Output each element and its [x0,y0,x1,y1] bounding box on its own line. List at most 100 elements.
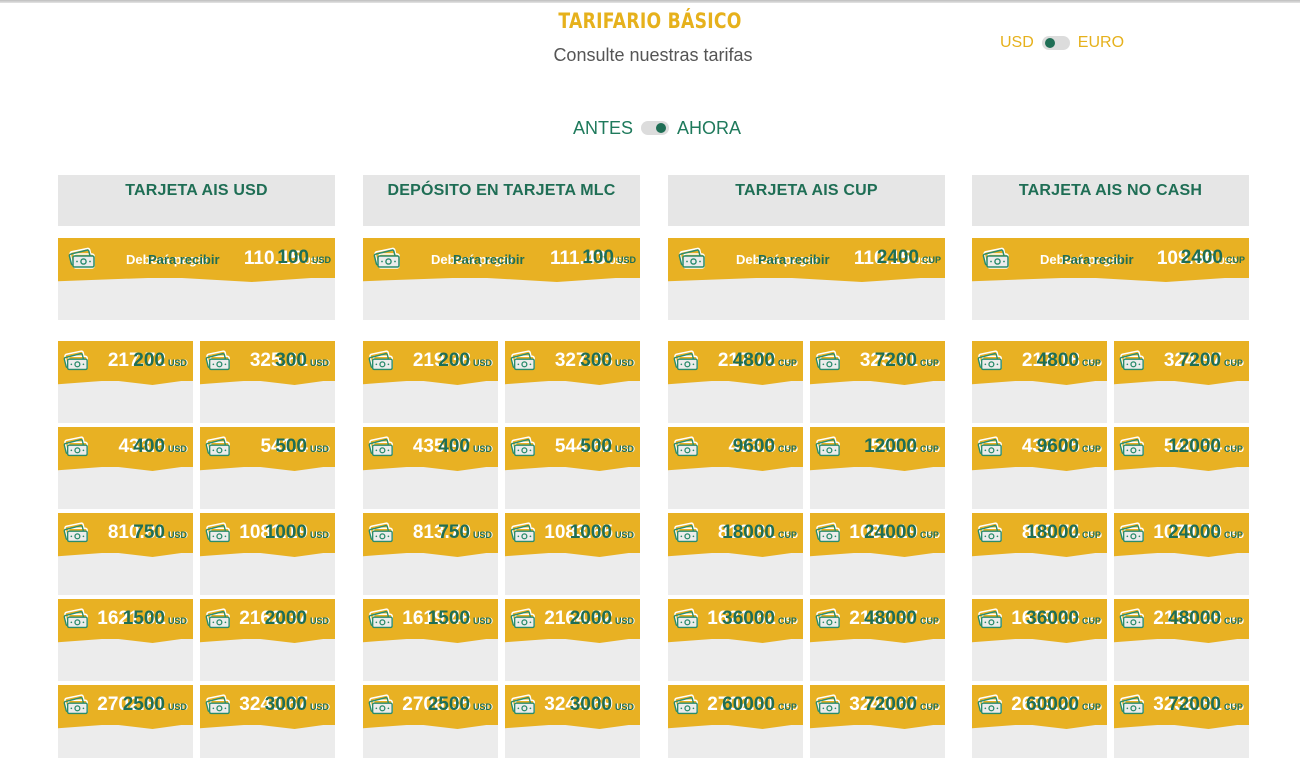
receive-amount-value: 2500 [427,694,470,715]
receive-amount-unit: CUP [1081,444,1101,454]
rate-card[interactable]: 2702.81 USD 60000 CUP [668,685,803,758]
cash-icon [368,607,394,633]
rate-card[interactable]: 433.5 USD 9600 CUP [668,427,803,509]
period-antes-label[interactable]: ANTES [573,118,633,139]
rate-card[interactable]: 432.75 USD 9600 CUP [972,427,1107,509]
cash-icon [68,245,96,273]
cash-icon [63,607,89,633]
cash-icon [815,435,841,461]
receive-label: Para recibir [758,252,830,267]
rate-card[interactable]: 3240.67 USD 72000 CUP [810,685,945,758]
rate-card[interactable]: 325.61 USD 7200 CUP [810,341,945,423]
rate-card[interactable]: 541.4 USD 12000 CUP [810,427,945,509]
receive-amount-unit: CUP [1081,530,1101,540]
main-receive-row: Para recibir 100 USD [363,247,640,320]
receive-amount-value: 1500 [122,608,165,629]
rate-card[interactable]: 325.61 USD 300 USD [200,341,335,423]
receive-row: 3000 USD [505,694,640,758]
rate-card[interactable]: 217.72 USD 4800 CUP [668,341,803,423]
main-rate-card[interactable]: Deberá pagar 109.66 USD Para recibir 2400 CUP [972,238,1249,320]
rate-card[interactable]: 2162.37 USD 48000 CUP [810,599,945,681]
rate-grid: 217.18 USD 4800 CUP 324.97 USD 7200 CUP 432.75 US… [972,341,1249,758]
receive-amount-unit: CUP [1223,530,1243,540]
rate-card[interactable]: 810.81 USD 18000 CUP [668,513,803,595]
rate-card[interactable]: 541.4 USD 500 USD [200,427,335,509]
receive-amount: 200 USD [133,350,187,372]
receive-amount: 1500 USD [428,608,492,630]
receive-amount: 36000 CUP [722,608,797,630]
period-ahora-label[interactable]: AHORA [677,118,741,139]
main-rate-card[interactable]: Deberá pagar 110.15 USD Para recibir 100 USD [58,238,335,320]
rate-card[interactable]: 1621.62 USD 36000 CUP [668,599,803,681]
rate-card[interactable]: 1621.62 USD 1500 USD [58,599,193,681]
currency-switch[interactable]: USD EURO [1000,33,1124,53]
rate-card[interactable]: 810.81 USD 750 USD [58,513,193,595]
currency-euro-label[interactable]: EURO [1078,34,1124,52]
column-title: DEPÓSITO EN TARJETA MLC [363,175,640,226]
receive-amount-unit: CUP [1223,702,1243,712]
receive-amount-value: 9600 [732,436,775,457]
receive-amount-value: 300 [275,350,307,371]
receive-row: 36000 CUP [668,608,803,681]
rate-card[interactable]: 1083.65 USD 1000 USD [505,513,640,595]
receive-amount: 24000 CUP [1168,522,1243,544]
rate-card[interactable]: 217.18 USD 4800 CUP [972,341,1107,423]
receive-amount: 12000 CUP [1168,436,1243,458]
rate-card[interactable]: 1619.48 USD 36000 CUP [972,599,1107,681]
receive-row: 48000 CUP [1114,608,1249,681]
rate-card[interactable]: 544.62 USD 500 USD [505,427,640,509]
rate-grid: 217.72 USD 200 USD 325.61 USD 300 USD 433.5 USD 40… [58,341,335,758]
rate-column: TARJETA AIS NO CASH Deberá pagar 109.66 USD… [972,175,1249,758]
rate-card[interactable]: 2706.35 USD 2500 USD [363,685,498,758]
rate-card[interactable]: 813.79 USD 750 USD [363,513,498,595]
receive-amount: 60000 CUP [1026,694,1101,716]
rate-card[interactable]: 433.5 USD 400 USD [58,427,193,509]
period-switch[interactable]: ANTES AHORA [573,117,741,139]
rate-card[interactable]: 1081.19 USD 1000 USD [200,513,335,595]
rate-card[interactable]: 809.74 USD 18000 CUP [972,513,1107,595]
receive-label: Para recibir [148,252,220,267]
rate-card[interactable]: 3236.81 USD 72000 CUP [1114,685,1249,758]
receive-row: 1500 USD [58,608,193,681]
receive-amount-value: 24000 [864,522,917,543]
rate-card[interactable]: 1081.19 USD 24000 CUP [810,513,945,595]
rate-card[interactable]: 435.97 USD 400 USD [363,427,498,509]
main-rate-card[interactable]: Deberá pagar 111.43 USD Para recibir 100 USD [363,238,640,320]
main-receive-amount-unit: CUP [921,255,941,265]
rate-card[interactable]: 3240.67 USD 3000 USD [200,685,335,758]
rate-card[interactable]: 2699.27 USD 60000 CUP [972,685,1107,758]
receive-amount-value: 4800 [1036,350,1079,371]
rate-card[interactable]: 540.54 USD 12000 CUP [1114,427,1249,509]
rate-card[interactable]: 2159.48 USD 48000 CUP [1114,599,1249,681]
rate-card[interactable]: 1619.48 USD 1500 USD [363,599,498,681]
currency-toggle[interactable] [1041,36,1070,50]
rate-card[interactable]: 327.33 USD 300 USD [505,341,640,423]
receive-amount-value: 48000 [864,608,917,629]
main-rate-card[interactable]: Deberá pagar 110.15 USD Para recibir 2400 CUP [668,238,945,320]
receive-amount-value: 9600 [1036,436,1079,457]
receive-amount-unit: USD [472,616,492,626]
rate-card[interactable]: 219.38 USD 200 USD [363,341,498,423]
receive-row: 72000 CUP [1114,694,1249,758]
rate-card[interactable]: 324.97 USD 7200 CUP [1114,341,1249,423]
rate-card[interactable]: 2162.37 USD 2000 USD [200,599,335,681]
rate-card[interactable]: 3244.69 USD 3000 USD [505,685,640,758]
column-title: TARJETA AIS USD [58,175,335,226]
period-toggle[interactable] [641,121,670,135]
receive-amount-unit: CUP [1223,444,1243,454]
rate-grid: 217.72 USD 4800 CUP 325.61 USD 7200 CUP 433.5 USD… [668,341,945,758]
receive-amount: 200 USD [438,350,492,372]
receive-amount-unit: CUP [1081,616,1101,626]
rate-card[interactable]: 217.72 USD 200 USD [58,341,193,423]
rate-card[interactable]: 1079.79 USD 24000 CUP [1114,513,1249,595]
receive-amount-value: 72000 [864,694,917,715]
rate-card[interactable]: 2164.52 USD 2000 USD [505,599,640,681]
receive-amount: 300 USD [275,350,329,372]
main-receive-amount: 2400 CUP [1181,247,1245,269]
receive-amount-value: 7200 [1178,350,1221,371]
receive-row: 750 USD [363,522,498,595]
receive-row: 1000 USD [200,522,335,595]
currency-usd-label[interactable]: USD [1000,34,1034,52]
rate-card[interactable]: 2702.81 USD 2500 USD [58,685,193,758]
receive-amount-unit: CUP [777,530,797,540]
